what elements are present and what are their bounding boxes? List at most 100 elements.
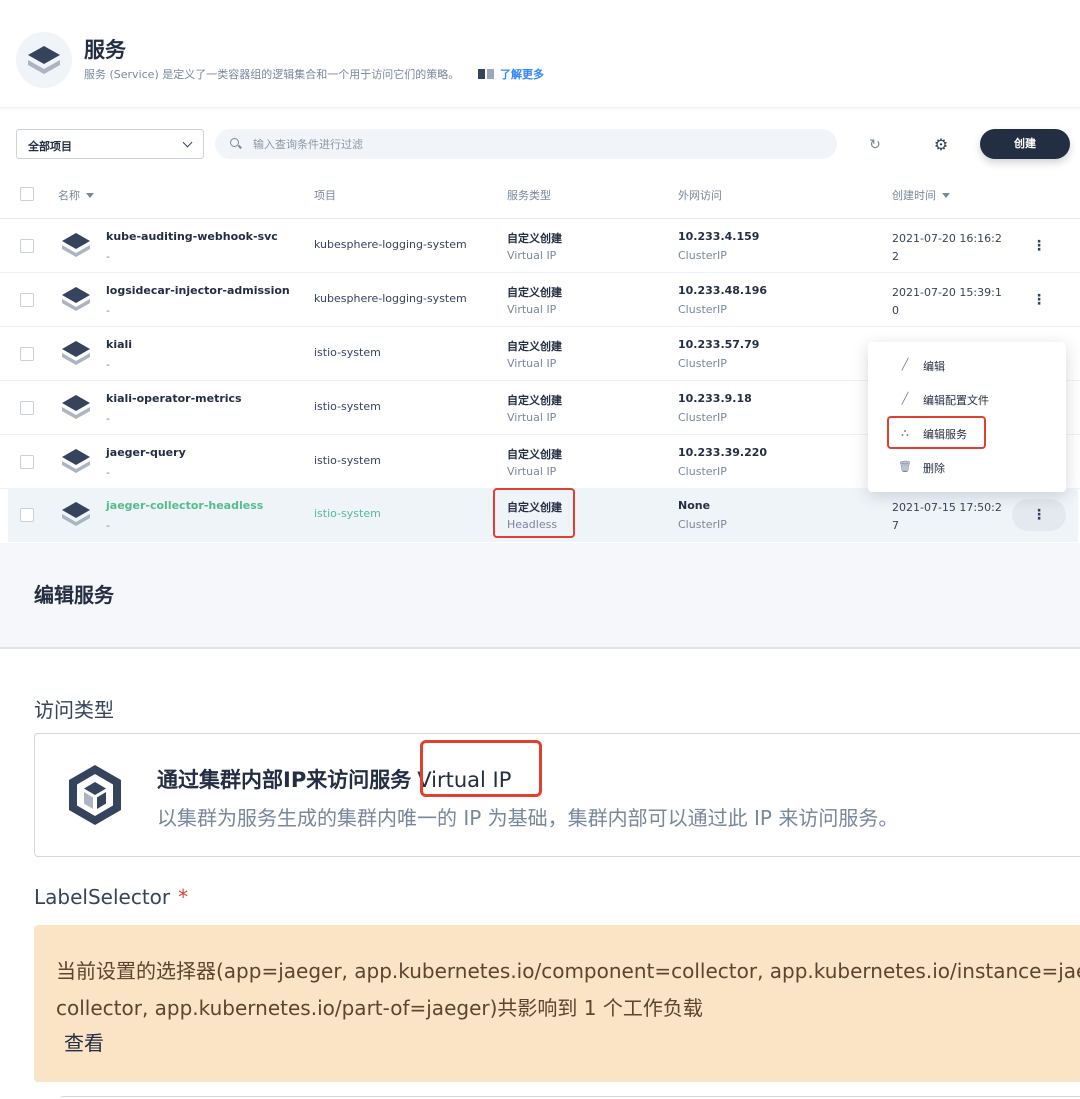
create-button[interactable]: 创建: [980, 129, 1070, 159]
row-checkbox[interactable]: [20, 293, 34, 307]
menu-item-delete[interactable]: 🗑 删除: [868, 451, 1066, 483]
service-alias: -: [106, 358, 110, 371]
column-header-created-time[interactable]: 创建时间: [892, 187, 950, 203]
service-name[interactable]: jaeger-query: [106, 446, 186, 459]
virtual-ip-highlight-box: [420, 740, 542, 797]
service-name[interactable]: jaeger-collector-headless: [106, 499, 263, 512]
virtual-ip-icon: [69, 765, 121, 825]
menu-item-label: 编辑配置文件: [923, 394, 989, 407]
column-created-label: 创建时间: [892, 189, 936, 202]
sort-caret-icon: [86, 193, 94, 198]
sort-caret-icon: [942, 193, 950, 198]
more-actions-icon[interactable]: ⋮: [1030, 235, 1048, 257]
cluster-ip: 10.233.57.79: [678, 338, 760, 351]
access-type-card[interactable]: 通过集群内部IP来访问服务 Virtual IP 以集群为服务生成的集群内唯一的 …: [34, 733, 1080, 857]
edit-service-highlight-box: [887, 416, 986, 449]
row-checkbox[interactable]: [20, 508, 34, 522]
row-checkbox[interactable]: [20, 401, 34, 415]
selector-warning-box: 当前设置的选择器(app=jaeger, app.kubernetes.io/c…: [34, 925, 1080, 1082]
project-name: istio-system: [314, 400, 381, 413]
service-type: 自定义创建: [507, 448, 562, 461]
service-alias: -: [106, 519, 110, 532]
cluster-ip: None: [678, 499, 711, 512]
access-type: ClusterIP: [678, 249, 727, 262]
search-input[interactable]: [253, 136, 813, 152]
menu-item-label: 删除: [923, 462, 945, 475]
service-alias: -: [106, 412, 110, 425]
refresh-icon[interactable]: ↻: [866, 136, 884, 154]
learn-more-label[interactable]: 了解更多: [500, 68, 544, 81]
selector-line-2: collector, app.kubernetes.io/part-of=jae…: [56, 996, 703, 1020]
selector-line-1: 当前设置的选择器(app=jaeger, app.kubernetes.io/c…: [56, 959, 1080, 983]
access-type-description: 以集群为服务生成的集群内唯一的 IP 为基础，集群内部可以通过此 IP 来访问服…: [157, 806, 899, 830]
label-selector-text: LabelSelector: [34, 885, 171, 909]
column-header-project: 项目: [314, 189, 336, 202]
column-header-type: 服务类型: [507, 189, 551, 202]
access-type: ClusterIP: [678, 518, 727, 531]
headless-highlight-box: [493, 488, 575, 538]
row-checkbox[interactable]: [20, 455, 34, 469]
project-name: istio-system: [314, 454, 381, 467]
service-type: 自定义创建: [507, 232, 562, 245]
cluster-ip: 10.233.4.159: [678, 230, 760, 243]
service-name[interactable]: kube-auditing-webhook-svc: [106, 230, 278, 243]
column-name-label: 名称: [58, 189, 80, 202]
column-header-name[interactable]: 名称: [58, 187, 94, 203]
search-bar[interactable]: [215, 129, 837, 159]
edit-service-header: 编辑服务: [0, 543, 1080, 649]
service-name[interactable]: logsidecar-injector-admission: [106, 284, 290, 297]
access-type: ClusterIP: [678, 303, 727, 316]
menu-item-label: 编辑: [923, 360, 945, 373]
project-select[interactable]: 全部项目: [16, 129, 204, 159]
label-selector-label: LabelSelector *: [34, 885, 188, 909]
trash-icon: 🗑: [898, 460, 912, 473]
column-header-external-access: 外网访问: [678, 189, 722, 202]
service-icon: [62, 395, 90, 419]
book-icon: [478, 69, 494, 79]
gear-icon[interactable]: ⚙: [931, 135, 951, 155]
cluster-ip: 10.233.9.18: [678, 392, 752, 405]
service-icon: [62, 502, 90, 526]
service-icon: [62, 449, 90, 473]
service-icon: [62, 341, 90, 365]
service-alias: -: [106, 466, 110, 479]
service-name[interactable]: kiali-operator-metrics: [106, 392, 242, 405]
selector-warning-text: 当前设置的选择器(app=jaeger, app.kubernetes.io/c…: [56, 953, 1080, 1027]
project-name: kubesphere-logging-system: [314, 292, 467, 305]
service-subtype: Virtual IP: [507, 357, 557, 370]
service-subtype: Virtual IP: [507, 411, 557, 424]
row-checkbox[interactable]: [20, 347, 34, 361]
row-checkbox[interactable]: [20, 239, 34, 253]
service-name[interactable]: kiali: [106, 338, 132, 351]
service-icon: [62, 233, 90, 257]
service-subtype: Virtual IP: [507, 465, 557, 478]
service-alias: -: [106, 304, 110, 317]
required-mark: *: [178, 885, 189, 909]
access-type: ClusterIP: [678, 411, 727, 424]
view-workloads-link[interactable]: 查看: [64, 1027, 104, 1056]
service-type: 自定义创建: [507, 340, 562, 353]
menu-item-edit[interactable]: ╱ 编辑: [868, 349, 1066, 381]
table-row[interactable]: logsidecar-injector-admission - kubesphe…: [0, 273, 1080, 327]
access-type: ClusterIP: [678, 465, 727, 478]
access-type-label: 访问类型: [34, 698, 114, 722]
select-all-checkbox[interactable]: [20, 187, 34, 201]
more-actions-icon[interactable]: ⋮: [1030, 289, 1048, 311]
created-time: 2021-07-15 17:50:27: [892, 501, 1002, 532]
more-actions-icon[interactable]: ⋮: [1012, 499, 1066, 531]
learn-more-link[interactable]: 了解更多: [478, 66, 544, 82]
created-time: 2021-07-20 16:16:22: [892, 232, 1002, 263]
service-subtype: Virtual IP: [507, 249, 557, 262]
menu-item-edit-yaml[interactable]: ╱ 编辑配置文件: [868, 383, 1066, 415]
pencil-icon: ╱: [901, 358, 909, 371]
service-subtype: Virtual IP: [507, 303, 557, 316]
service-type: 自定义创建: [507, 394, 562, 407]
edit-service-title: 编辑服务: [34, 583, 114, 607]
project-name: istio-system: [314, 507, 381, 520]
page-description: 服务 (Service) 是定义了一类容器组的逻辑集合和一个用于访问它们的策略。: [84, 68, 460, 81]
table-row[interactable]: kube-auditing-webhook-svc - kubesphere-l…: [0, 219, 1080, 273]
created-time: 2021-07-20 15:39:10: [892, 286, 1002, 317]
table-header: 名称 项目 服务类型 外网访问 创建时间: [0, 170, 1080, 219]
chevron-down-icon: [182, 137, 193, 148]
service-alias: -: [106, 250, 110, 263]
